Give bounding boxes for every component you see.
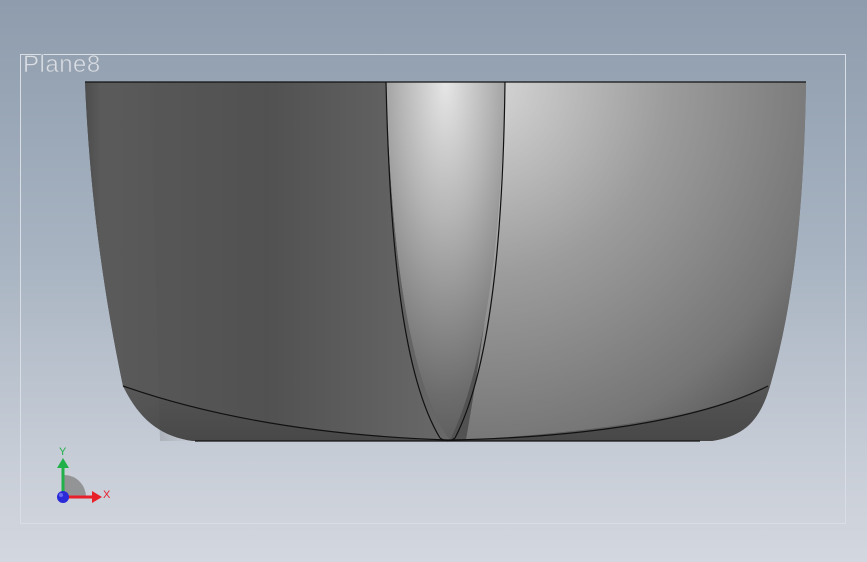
model-canvas[interactable]: Y X — [0, 0, 867, 562]
hull-right-face[interactable] — [466, 82, 806, 440]
z-axis-highlight — [59, 493, 63, 497]
y-axis-arrow — [57, 458, 69, 468]
z-axis-dot — [57, 491, 69, 503]
y-axis-label: Y — [59, 446, 67, 458]
graphics-viewport[interactable]: Plane8 Y X — [0, 0, 867, 562]
x-axis-arrow — [92, 491, 102, 503]
x-axis-label: X — [103, 489, 111, 501]
axis-triad[interactable]: Y X — [57, 446, 111, 503]
